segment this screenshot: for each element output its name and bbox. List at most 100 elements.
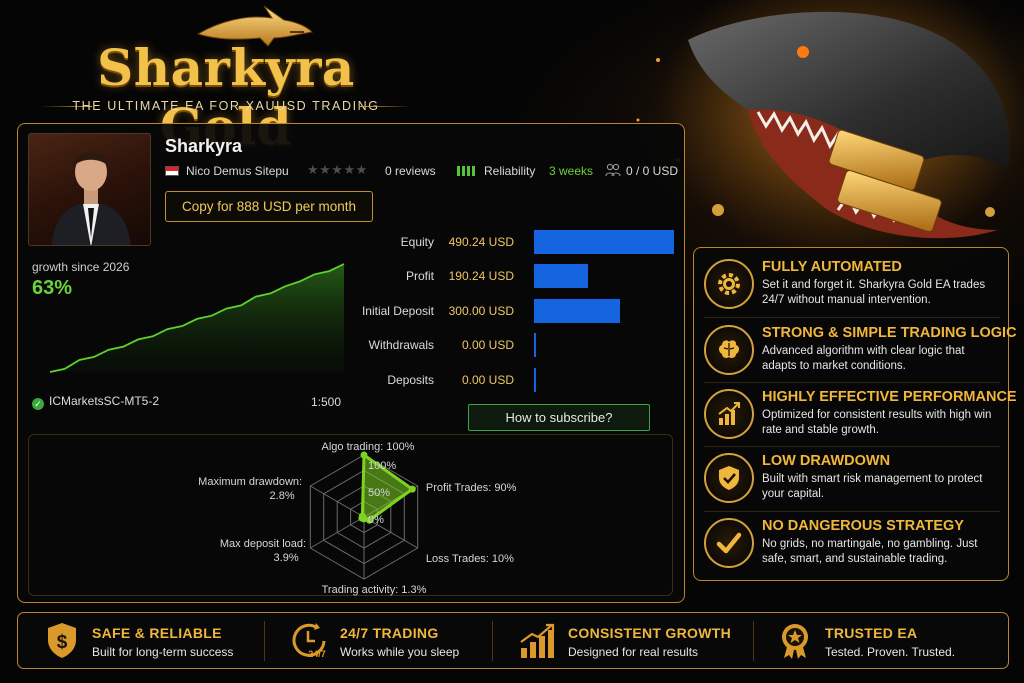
financial-bar	[534, 368, 536, 392]
subscribers-funds: 0 / 0 USD	[626, 164, 679, 178]
financial-row: Initial Deposit 300.00 USD	[328, 299, 678, 325]
rating-stars-icon: ★★★★★	[307, 162, 368, 177]
how-to-subscribe-button[interactable]: How to subscribe?	[468, 404, 650, 431]
bar-growth-icon	[520, 623, 555, 658]
radar-axis-label: Max deposit load:	[220, 538, 306, 550]
radar-axis-label: Maximum drawdown:	[198, 476, 302, 488]
radar-axis-label: Trading activity: 1.3%	[322, 584, 427, 596]
radar-chart: 100% 50% 0% Algo trading: 100% Profit Trades…	[198, 441, 517, 596]
shield-dollar-icon: $	[48, 623, 76, 658]
benefits-strip: $ SAFE & RELIABLE Built for long-term su…	[17, 612, 1009, 669]
feature-title: FULLY AUTOMATED	[762, 259, 902, 275]
broker-server[interactable]: ✓ ICMarketsSC-MT5-2	[32, 394, 159, 410]
financial-label: Equity	[400, 235, 434, 249]
financial-label: Profit	[405, 269, 434, 283]
radar-value-point	[358, 512, 366, 520]
shield-check-icon	[704, 453, 754, 503]
feature-title: STRONG & SIMPLE TRADING LOGIC	[762, 325, 1017, 341]
financial-bar	[534, 299, 620, 323]
svg-text:$: $	[57, 632, 68, 653]
author-name[interactable]: Nico Demus Sitepu	[186, 164, 289, 178]
reliability-bars-icon	[457, 166, 479, 176]
benefit-title: SAFE & RELIABLE	[92, 625, 222, 641]
copy-signal-button[interactable]: Copy for 888 USD per month	[165, 191, 373, 222]
feature-description: Set it and forget it. Sharkyra Gold EA t…	[762, 279, 986, 306]
signal-age-value: 3 weeks	[549, 164, 594, 178]
signal-name[interactable]: Sharkyra	[165, 136, 242, 157]
verified-check-icon: ✓	[32, 398, 44, 410]
feature-no-dangerous-strategy: NO DANGEROUS STRATEGY No grids, no marti…	[694, 511, 1010, 575]
feature-title: HIGHLY EFFECTIVE PERFORMANCE	[762, 389, 1017, 405]
server-name: ICMarketsSC-MT5-2	[49, 394, 160, 408]
feature-trading-logic: STRONG & SIMPLE TRADING LOGIC Advanced a…	[694, 318, 1017, 382]
gear-icon	[704, 259, 754, 309]
radar-axis-label: Profit Trades: 90%	[426, 482, 517, 494]
benefit-24-7-trading: 24/7 24/7 TRADING Works while you sleep	[290, 613, 500, 668]
benefit-divider	[492, 621, 493, 661]
feature-description: Optimized for consistent results with hi…	[762, 409, 992, 436]
avatar-portrait-icon	[51, 152, 131, 245]
feature-title: NO DANGEROUS STRATEGY	[762, 518, 964, 534]
signal-meta-row: Nico Demus Sitepu ★★★★★ 0 reviews Reliab…	[165, 162, 685, 179]
brain-icon	[704, 325, 754, 375]
financial-value: 0.00 USD	[461, 338, 514, 352]
radar-value-point	[408, 485, 416, 493]
feature-fully-automated: FULLY AUTOMATED Set it and forget it. Sh…	[694, 252, 1010, 316]
financial-value: 0.00 USD	[461, 373, 514, 387]
benefit-divider	[264, 621, 265, 661]
clock-24-7-icon: 24/7	[292, 623, 326, 659]
signal-panel: Sharkyra Nico Demus Sitepu ★★★★★ 0 revie…	[17, 123, 685, 603]
svg-text:24/7: 24/7	[308, 649, 326, 659]
financial-value: 490.24 USD	[448, 235, 514, 249]
subtitle-rule-right	[360, 106, 412, 107]
financial-bar	[534, 264, 589, 288]
benefit-consistent-growth: CONSISTENT GROWTH Designed for real resu…	[518, 613, 758, 668]
reliability-label: Reliability	[484, 164, 536, 178]
financial-label: Initial Deposit	[361, 304, 434, 318]
financial-label: Deposits	[387, 373, 434, 387]
radar-tick-label: 0%	[368, 514, 384, 526]
financial-row: Profit 190.24 USD	[328, 264, 678, 290]
checkmark-icon	[704, 518, 754, 568]
growth-chart	[49, 263, 345, 373]
brand-logo: Sharkyra Gold THE ULTIMATE EA FOR XAUUSD…	[26, 4, 426, 156]
benefit-divider	[753, 621, 754, 661]
benefit-title: 24/7 TRADING	[340, 625, 439, 641]
benefit-trusted-ea: TRUSTED EA Tested. Proven. Trusted.	[775, 613, 995, 668]
reviews-count[interactable]: 0 reviews	[385, 164, 436, 178]
benefit-description: Tested. Proven. Trusted.	[825, 645, 956, 659]
benefit-safe-reliable: $ SAFE & RELIABLE Built for long-term su…	[42, 613, 272, 668]
benefit-description: Works while you sleep	[340, 645, 460, 659]
radar-axis-value: 2.8%	[270, 490, 295, 502]
signal-age: 3 weeks	[549, 164, 593, 178]
financial-label: Withdrawals	[368, 338, 434, 352]
financial-row: Withdrawals 0.00 USD	[328, 333, 678, 359]
indonesia-flag-icon	[165, 166, 179, 176]
benefit-title: CONSISTENT GROWTH	[568, 625, 731, 641]
radar-panel: 100% 50% 0% Algo trading: 100% Profit Trades…	[28, 434, 673, 596]
leverage: 1:500	[311, 395, 342, 409]
radar-axis-label: Loss Trades: 10%	[426, 553, 514, 565]
feature-description: Advanced algorithm with clear logic that…	[762, 345, 965, 372]
feature-description: Built with smart risk management to prot…	[762, 473, 983, 500]
radar-tick-label: 50%	[368, 487, 390, 499]
financial-bar	[534, 333, 536, 357]
feature-title: LOW DRAWDOWN	[762, 453, 891, 469]
financial-row: Deposits 0.00 USD	[328, 368, 678, 394]
star-badge-icon	[782, 624, 808, 659]
radar-tick-label: 100%	[368, 460, 396, 472]
financial-value: 300.00 USD	[448, 304, 514, 318]
subscribers-icon	[605, 163, 621, 177]
financial-row: Equity 490.24 USD	[328, 230, 678, 256]
benefit-description: Designed for real results	[568, 645, 699, 659]
financial-value: 190.24 USD	[448, 269, 514, 283]
radar-axis-label: Algo trading: 100%	[322, 441, 415, 453]
financial-bar	[534, 230, 674, 254]
feature-performance: HIGHLY EFFECTIVE PERFORMANCE Optimized f…	[694, 382, 1017, 446]
provider-avatar	[28, 133, 151, 246]
growth-chart-icon	[704, 389, 754, 439]
feature-description: No grids, no martingale, no gambling. Ju…	[762, 538, 978, 565]
benefit-title: TRUSTED EA	[825, 625, 918, 641]
radar-axis-value: 3.9%	[274, 552, 299, 564]
feature-low-drawdown: LOW DRAWDOWN Built with smart risk manag…	[694, 446, 1010, 510]
